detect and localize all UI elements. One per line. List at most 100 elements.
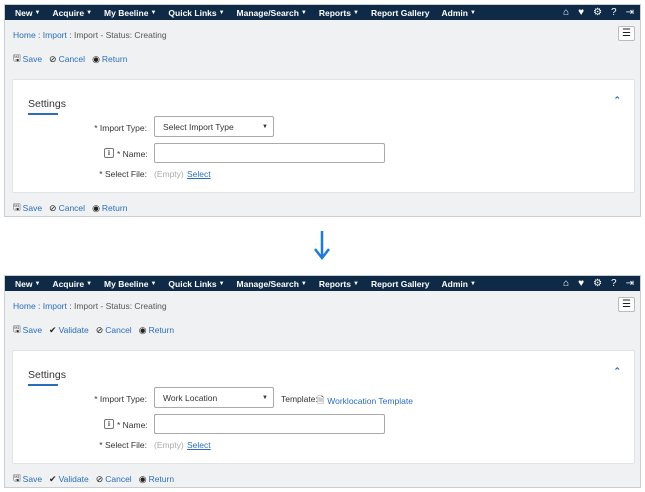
save-button[interactable]: 🖫 Save (13, 200, 42, 216)
home-icon[interactable]: ⌂ (563, 278, 569, 289)
breadcrumb-home[interactable]: Home (13, 30, 36, 40)
breadcrumb-import[interactable]: Import (43, 30, 67, 40)
import-type-label: * Import Type: (94, 394, 147, 404)
name-label: * Name: (117, 149, 148, 159)
settings-underline (28, 113, 58, 115)
breadcrumb-current: Import - Status: Creating (73, 301, 167, 311)
checkmark-icon: ✔ (49, 324, 57, 335)
breadcrumb-import[interactable]: Import (43, 301, 67, 311)
top-toolbar: 🖫 Save ⊘ Cancel ◉ Return (13, 51, 127, 67)
import-page-before: New ▼ Acquire ▼ My Beeline ▼ Quick Links ▼ M… (4, 4, 641, 217)
cancel-button[interactable]: ⊘ Cancel (49, 200, 85, 216)
save-button[interactable]: 🖫 Save (13, 51, 42, 67)
bottom-toolbar: 🖫 Save ✔ Validate ⊘ Cancel ◉ Return (13, 471, 174, 487)
transition-arrow-icon (314, 231, 330, 261)
cancel-icon: ⊘ (49, 202, 57, 213)
settings-card: Settings ⌃ * Import Type: Work Location ▼… (12, 350, 635, 464)
validate-button[interactable]: ✔ Validate (49, 471, 89, 487)
logout-icon[interactable]: ⇥ (626, 7, 634, 18)
save-button[interactable]: 🖫 Save (13, 322, 42, 338)
settings-card: Settings ⌃ * Import Type: Select Import … (12, 79, 635, 193)
collapse-icon[interactable]: ⌃ (613, 366, 621, 377)
heart-icon[interactable]: ♥ (578, 278, 584, 289)
nav-admin[interactable]: Admin ▼ (436, 279, 482, 289)
name-label: * Name: (117, 420, 148, 430)
nav-manage-search[interactable]: Manage/Search ▼ (231, 279, 313, 289)
nav-my-beeline[interactable]: My Beeline ▼ (98, 279, 162, 289)
settings-title: Settings (28, 369, 66, 381)
save-icon: 🖫 (13, 324, 21, 334)
cancel-icon: ⊘ (95, 473, 104, 484)
save-button[interactable]: 🖫 Save (13, 471, 42, 487)
hamburger-menu-button[interactable]: ☰ (618, 26, 635, 41)
nav-acquire[interactable]: Acquire ▼ (46, 8, 98, 18)
nav-quick-links[interactable]: Quick Links ▼ (162, 8, 230, 18)
nav-my-beeline[interactable]: My Beeline ▼ (98, 8, 162, 18)
return-button[interactable]: ◉ Return (92, 51, 127, 67)
select-file-label: * Select File: (99, 440, 147, 450)
nav-reports[interactable]: Reports ▼ (313, 8, 365, 18)
checkmark-icon: ✔ (49, 473, 57, 484)
top-navbar: New ▼ Acquire ▼ My Beeline ▼ Quick Links ▼ M… (5, 276, 640, 291)
logout-icon[interactable]: ⇥ (626, 278, 634, 289)
breadcrumb-current: Import - Status: Creating (73, 30, 167, 40)
nav-reports[interactable]: Reports ▼ (313, 279, 365, 289)
nav-quick-links[interactable]: Quick Links ▼ (162, 279, 230, 289)
top-toolbar: 🖫 Save ✔ Validate ⊘ Cancel ◉ Return (13, 322, 174, 338)
nav-admin[interactable]: Admin ▼ (436, 8, 482, 18)
return-button[interactable]: ◉ Return (92, 200, 127, 216)
return-button[interactable]: ◉ Return (139, 322, 174, 338)
return-icon: ◉ (92, 202, 100, 213)
info-icon[interactable]: i (104, 419, 114, 429)
gear-icon[interactable]: ⚙ (593, 7, 602, 18)
import-page-after: New ▼ Acquire ▼ My Beeline ▼ Quick Links ▼ M… (4, 275, 641, 488)
name-input[interactable] (154, 414, 385, 434)
cancel-button[interactable]: ⊘ Cancel (49, 51, 85, 67)
save-icon: 🖫 (13, 202, 21, 212)
cancel-button[interactable]: ⊘ Cancel (96, 322, 132, 338)
import-type-select[interactable]: Work Location ▼ (154, 387, 274, 408)
document-icon: 🗎 (317, 395, 325, 405)
help-icon[interactable]: ? (611, 7, 617, 18)
return-icon: ◉ (92, 53, 100, 64)
bottom-toolbar: 🖫 Save ⊘ Cancel ◉ Return (13, 200, 127, 216)
select-file-link[interactable]: Select (187, 169, 211, 179)
help-icon[interactable]: ? (611, 278, 617, 289)
validate-button[interactable]: ✔ Validate (49, 322, 89, 338)
return-button[interactable]: ◉ Return (139, 471, 174, 487)
settings-underline (28, 384, 58, 386)
file-empty-value: (Empty) (154, 169, 184, 179)
cancel-button[interactable]: ⊘ Cancel (96, 471, 132, 487)
home-icon[interactable]: ⌂ (563, 7, 569, 18)
select-file-label: * Select File: (99, 169, 147, 179)
nav-manage-search[interactable]: Manage/Search ▼ (231, 8, 313, 18)
nav-new[interactable]: New ▼ (9, 279, 46, 289)
gear-icon[interactable]: ⚙ (593, 278, 602, 289)
top-navbar: New ▼ Acquire ▼ My Beeline ▼ Quick Links ▼ M… (5, 5, 640, 20)
breadcrumb: Home : Import : Import - Status: Creatin… (13, 301, 167, 311)
settings-title: Settings (28, 98, 66, 110)
save-icon: 🖫 (13, 473, 21, 483)
breadcrumb: Home : Import : Import - Status: Creatin… (13, 30, 167, 40)
select-file-link[interactable]: Select (187, 440, 211, 450)
import-type-select[interactable]: Select Import Type ▼ (154, 116, 274, 137)
cancel-icon: ⊘ (49, 53, 57, 64)
nav-acquire[interactable]: Acquire ▼ (46, 279, 98, 289)
name-input[interactable] (154, 143, 385, 163)
save-icon: 🖫 (13, 53, 21, 63)
heart-icon[interactable]: ♥ (578, 7, 584, 18)
cancel-icon: ⊘ (95, 324, 104, 335)
return-icon: ◉ (138, 473, 147, 484)
worklocation-template-link[interactable]: 🗎 Worklocation Template (317, 393, 413, 409)
nav-new[interactable]: New ▼ (9, 8, 46, 18)
hamburger-menu-button[interactable]: ☰ (618, 297, 635, 312)
nav-report-gallery[interactable]: Report Gallery (365, 8, 436, 18)
breadcrumb-home[interactable]: Home (13, 301, 36, 311)
collapse-icon[interactable]: ⌃ (613, 95, 621, 106)
import-type-label: * Import Type: (94, 123, 147, 133)
info-icon[interactable]: i (104, 148, 114, 158)
template-label: Template: (281, 394, 318, 404)
file-empty-value: (Empty) (154, 440, 184, 450)
return-icon: ◉ (138, 324, 147, 335)
nav-report-gallery[interactable]: Report Gallery (365, 279, 436, 289)
